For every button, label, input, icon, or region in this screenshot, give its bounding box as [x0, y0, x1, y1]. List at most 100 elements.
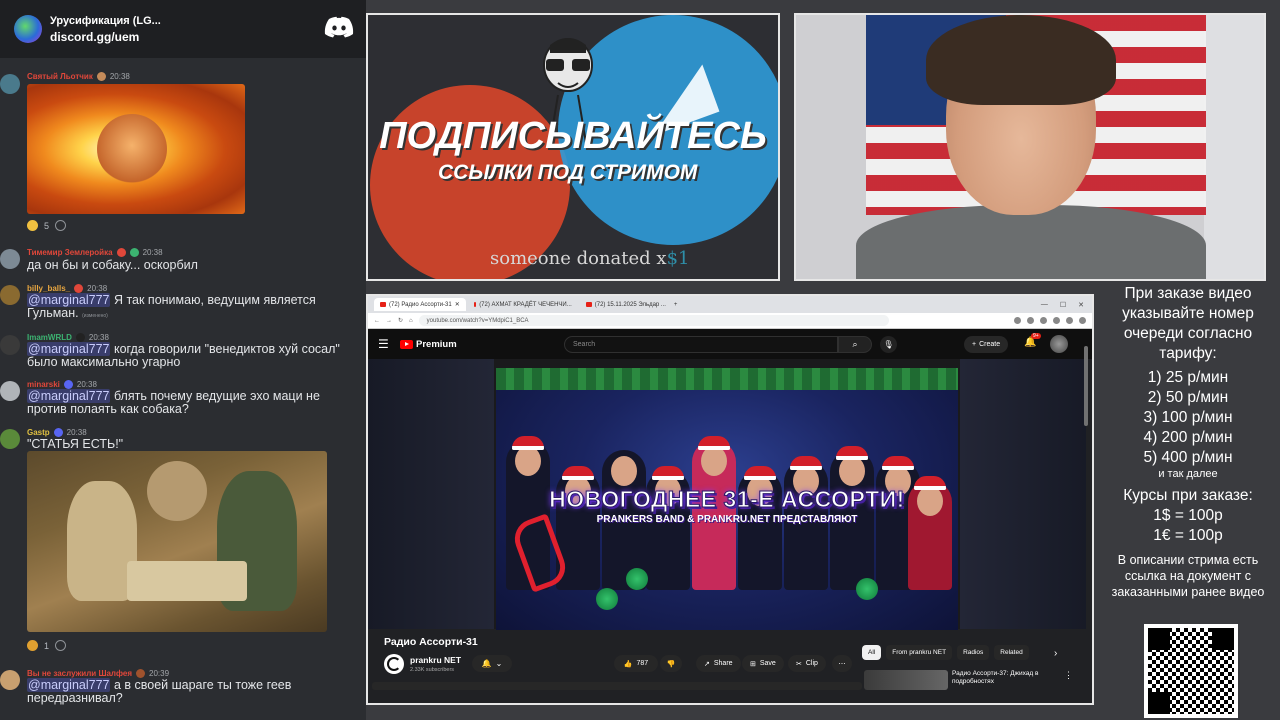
address-bar: ← → ↻ ⌂ youtube.com/watch?v=YMdpiC1_BCA: [368, 313, 1092, 329]
create-button[interactable]: + Create: [964, 336, 1009, 353]
extension-icon[interactable]: [1053, 317, 1060, 324]
promo-subtitle: ССЫЛКИ ПОД СТРИМОМ: [438, 161, 698, 184]
reload-icon[interactable]: ↻: [398, 317, 403, 324]
role-badge-icon: [75, 333, 85, 342]
url-input[interactable]: youtube.com/watch?v=YMdpiC1_BCA: [418, 315, 889, 326]
clip-button[interactable]: ✂ Clip: [788, 655, 826, 672]
video-player-thumbnail[interactable]: НОВОГОДНЕЕ 31-Е АССОРТИ! PRANKERS BAND &…: [496, 368, 958, 630]
extension-icon[interactable]: [1040, 317, 1047, 324]
chip-radios[interactable]: Radios: [957, 645, 990, 660]
youtube-favicon-icon: [473, 302, 477, 307]
order-instructions: При заказе видео указывайте номер очеред…: [1122, 285, 1254, 362]
qr-code: [1144, 624, 1238, 718]
channel-avatar[interactable]: [384, 654, 404, 674]
role-badge-icon: [96, 72, 106, 81]
donation-alert: someone donated x$1: [490, 248, 690, 269]
discord-logo-icon: [324, 16, 354, 38]
extension-icon[interactable]: [1027, 317, 1034, 324]
reaction-bar: 1: [27, 640, 67, 651]
extension-icon[interactable]: [1014, 317, 1021, 324]
user-mention[interactable]: @marginal777: [27, 342, 111, 356]
order-info-panel: При заказе видео указывайте номер очеред…: [1096, 284, 1280, 720]
server-invite-link[interactable]: discord.gg/uem: [50, 30, 161, 44]
role-badge-icon: [63, 380, 73, 389]
username[interactable]: ImamWRLD: [27, 333, 72, 342]
kebab-menu-icon[interactable]: ⋮: [1064, 670, 1073, 681]
subscriber-count: 2.33K subscribers: [410, 667, 455, 673]
user-mention[interactable]: @marginal777: [27, 389, 111, 403]
role-badge-icon: [74, 284, 84, 293]
channel-name[interactable]: prankru NET: [410, 655, 461, 665]
reaction-bar: 5: [27, 220, 67, 231]
hamburger-menu-icon[interactable]: ☰: [378, 337, 394, 351]
profile-icon[interactable]: [1079, 317, 1086, 324]
laughing-emoji-icon[interactable]: [27, 220, 38, 231]
search-input[interactable]: Search: [564, 336, 838, 353]
username[interactable]: Gastp: [27, 428, 50, 437]
rate-item: 1$ = 100р: [1153, 507, 1223, 524]
recommendation-chips: All From prankru NET Radios Related: [862, 645, 1029, 660]
share-button[interactable]: ↗ Share: [696, 655, 741, 672]
share-icon: ↗: [704, 660, 710, 668]
server-icon: [14, 15, 42, 43]
add-reaction-icon[interactable]: [55, 640, 67, 651]
discord-chat-overlay: Урусификация (LG... discord.gg/uem Святы…: [0, 0, 366, 720]
browser-tab[interactable]: (72) 15.11.2025 Эльдар ...: [580, 298, 672, 311]
scrollbar[interactable]: [1084, 346, 1088, 426]
webcam-feed: [794, 13, 1266, 281]
server-name: Урусификация (LG...: [50, 14, 161, 27]
new-tab-icon[interactable]: +: [674, 302, 678, 308]
back-icon[interactable]: ←: [374, 318, 380, 324]
chat-image-painting[interactable]: [27, 451, 327, 632]
chip-related[interactable]: Related: [994, 645, 1029, 660]
price-item: 3) 100 р/мин: [1143, 409, 1233, 426]
minimize-icon[interactable]: —: [1041, 301, 1048, 309]
forward-icon[interactable]: →: [386, 318, 392, 324]
chevron-right-icon[interactable]: ›: [1054, 648, 1057, 659]
thumbnail-title: НОВОГОДНЕЕ 31-Е АССОРТИ!: [549, 486, 905, 513]
edited-note: (изменено): [82, 313, 108, 319]
username[interactable]: billy_balls_: [27, 284, 70, 293]
account-avatar[interactable]: [1050, 335, 1068, 353]
username[interactable]: Святый Льотчик: [27, 72, 93, 81]
extension-icon[interactable]: [1066, 317, 1073, 324]
reaction-count: 1: [44, 640, 50, 651]
username[interactable]: Вы не заслужили Шалфея: [27, 669, 132, 678]
chip-all[interactable]: All: [862, 645, 882, 660]
recommended-video-thumbnail[interactable]: [864, 670, 948, 690]
like-button[interactable]: 👍 787: [614, 655, 658, 672]
home-icon[interactable]: ⌂: [409, 318, 413, 324]
username[interactable]: minarski: [27, 380, 60, 389]
youtube-logo[interactable]: Premium: [400, 339, 457, 350]
chip-from-channel[interactable]: From prankru NET: [886, 645, 953, 660]
dislike-button[interactable]: 👎: [660, 655, 682, 672]
chat-image-fire[interactable]: [27, 84, 245, 214]
browser-window: (72) Радио Ассорти-31 ✕ (72) АХМАТ КРАДЁТ…: [366, 294, 1094, 705]
emoji-reaction-icon[interactable]: [27, 640, 38, 651]
user-mention[interactable]: @marginal777: [27, 293, 111, 307]
user-mention[interactable]: @marginal777: [27, 678, 111, 692]
browser-tab[interactable]: (72) Радио Ассорти-31 ✕: [374, 298, 466, 311]
description-box[interactable]: [372, 682, 862, 690]
browser-tab[interactable]: (72) АХМАТ КРАДЁТ ЧЕЧЕНЧИ...: [468, 298, 578, 311]
close-tab-icon[interactable]: ✕: [455, 301, 460, 308]
subscribed-bell-button[interactable]: 🔔 ⌄: [472, 655, 512, 672]
rates-title: Курсы при заказе:: [1123, 487, 1253, 504]
search-icon[interactable]: ⌕: [838, 336, 872, 353]
avatar: [0, 335, 20, 355]
chevron-down-icon: ⌄: [495, 659, 503, 668]
description-note: В описании стрима есть ссылка на докумен…: [1111, 553, 1265, 599]
scissors-icon: ✂: [796, 660, 802, 668]
more-actions-button[interactable]: ⋯: [832, 655, 852, 672]
price-item: 2) 50 р/мин: [1147, 389, 1229, 406]
recommended-video-title[interactable]: Радио Ассорти-37: Джихад в подробностях: [952, 670, 1062, 686]
close-window-icon[interactable]: ✕: [1078, 301, 1084, 309]
username[interactable]: Тимемир Землеройка: [27, 248, 113, 257]
maximize-icon[interactable]: ☐: [1060, 301, 1066, 309]
message-text: "СТАТЬЯ ЕСТЬ!": [27, 437, 124, 451]
reaction-count: 5: [44, 220, 50, 231]
microphone-icon[interactable]: 🎙: [880, 336, 897, 353]
add-reaction-icon[interactable]: [55, 220, 67, 231]
save-button[interactable]: ⊞ Save: [742, 655, 784, 672]
message-text: @marginal777 Я так понимаю, ведущим явля…: [27, 293, 316, 320]
